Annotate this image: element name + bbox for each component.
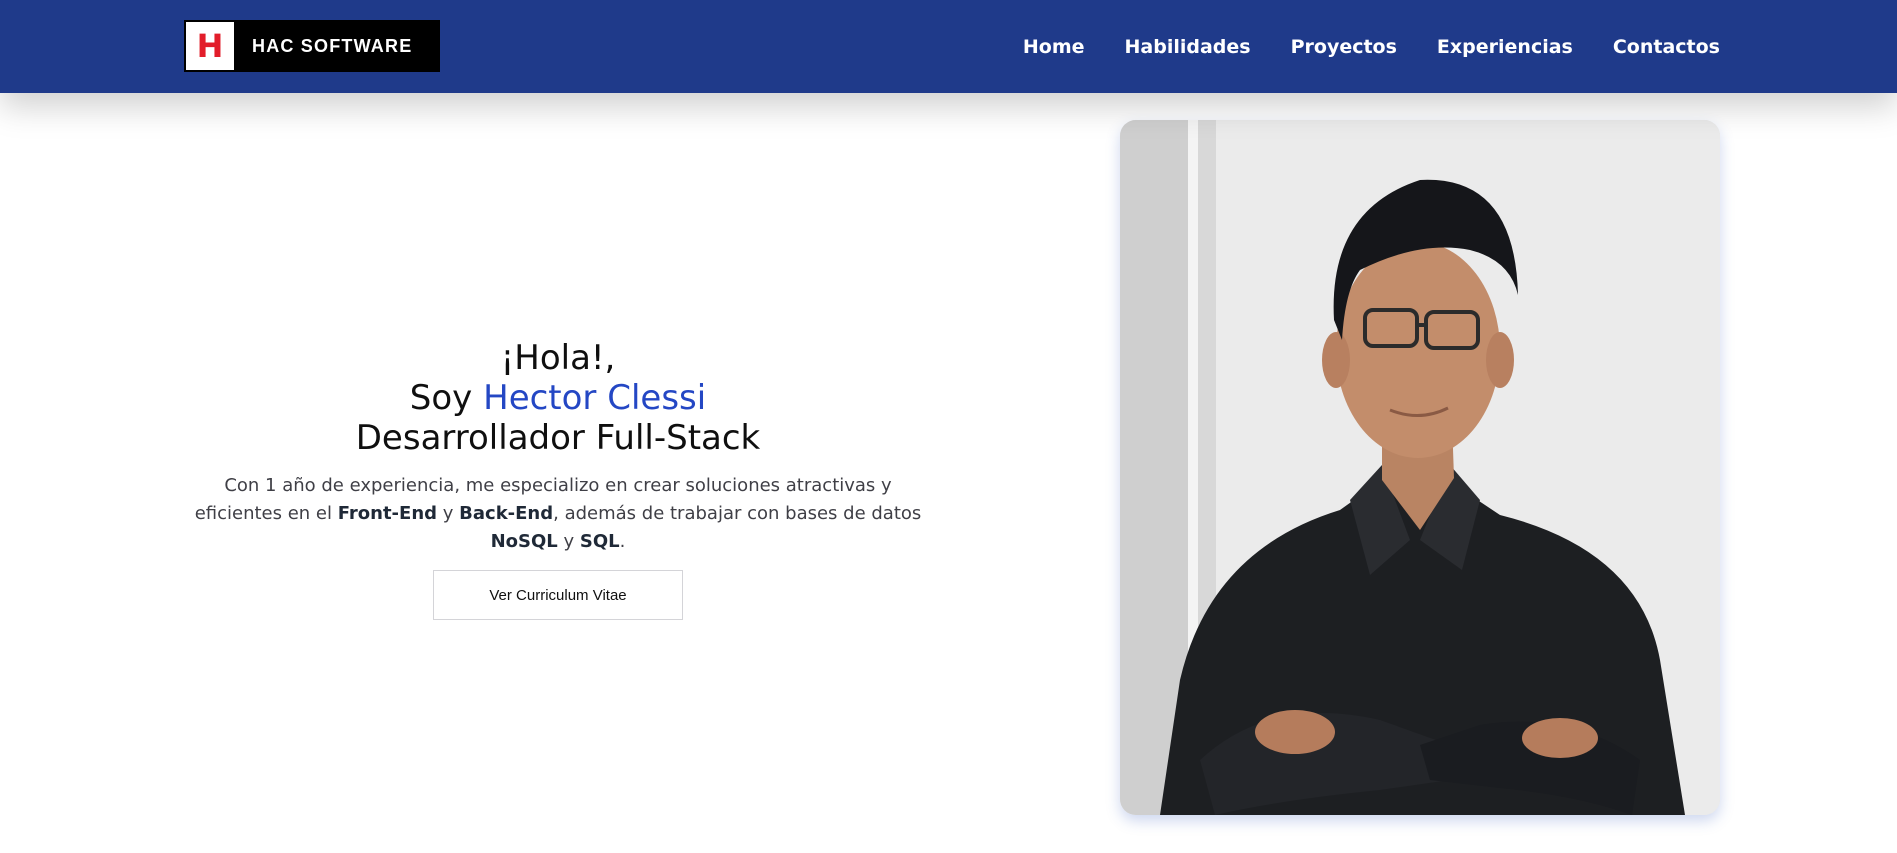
hero-greeting: ¡Hola!, xyxy=(500,338,616,378)
desc-and2: y xyxy=(563,531,575,552)
desc-nosql: NoSQL xyxy=(490,531,558,552)
hero-intro-word: Soy xyxy=(409,378,473,418)
logo-mark: H xyxy=(196,27,224,65)
desc-end: . xyxy=(619,531,626,552)
profile-photo xyxy=(1120,120,1720,815)
nav-link-proyectos[interactable]: Proyectos xyxy=(1291,36,1397,58)
logo-text: HAC SOFTWARE xyxy=(252,35,413,56)
hero-role: Desarrollador Full-Stack xyxy=(355,418,761,458)
desc-frontend: Front-End xyxy=(337,503,438,524)
hero-heading: ¡Hola!, Soy Hector Clessi Desarrollador … xyxy=(178,338,938,458)
site-logo[interactable]: H HAC SOFTWARE xyxy=(184,20,440,72)
desc-and1: y xyxy=(442,503,454,524)
desc-backend: Back-End xyxy=(459,503,554,524)
hero-name: Hector Clessi xyxy=(483,378,707,418)
desc-sql: SQL xyxy=(579,531,620,552)
view-cv-button[interactable]: Ver Curriculum Vitae xyxy=(433,570,683,620)
hero-description: Con 1 año de experiencia, me especializo… xyxy=(178,472,938,556)
nav-link-home[interactable]: Home xyxy=(1023,36,1085,58)
nav-link-contactos[interactable]: Contactos xyxy=(1613,36,1720,58)
desc-part2: , además de trabajar con bases de datos xyxy=(553,503,922,524)
logo-mark-box: H xyxy=(186,22,234,70)
nav-link-habilidades[interactable]: Habilidades xyxy=(1125,36,1251,58)
profile-photo-illustration xyxy=(1120,120,1720,815)
navbar: H HAC SOFTWARE Home Habilidades Proyecto… xyxy=(0,0,1897,93)
hero-intro: ¡Hola!, Soy Hector Clessi Desarrollador … xyxy=(178,338,938,620)
main-nav: Home Habilidades Proyectos Experiencias … xyxy=(1023,0,1720,93)
nav-link-experiencias[interactable]: Experiencias xyxy=(1437,36,1573,58)
